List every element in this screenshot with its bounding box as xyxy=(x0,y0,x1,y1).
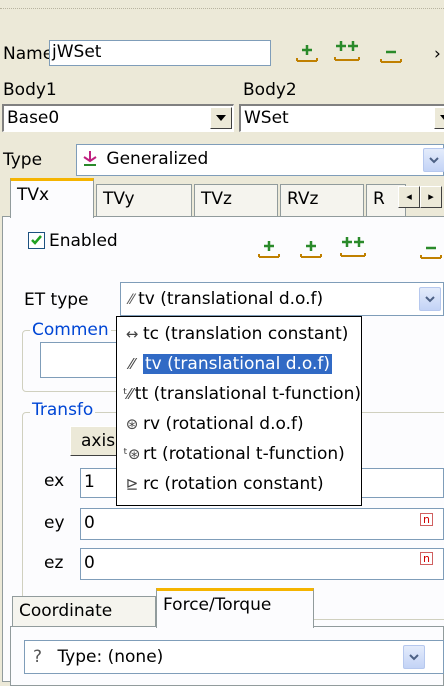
enabled-label: Enabled xyxy=(49,231,118,251)
ez-label: ez xyxy=(44,553,64,573)
et-type-value: tv (translational d.o.f) xyxy=(138,289,324,309)
name-label: Name xyxy=(3,44,54,64)
translational-tfunction-icon: ᵗ⁄⁄ xyxy=(123,385,133,403)
transform-group-title: Transfo xyxy=(30,400,96,420)
translational-dof-icon: ⁄⁄ xyxy=(129,355,135,373)
tab-tvy[interactable]: TVy xyxy=(96,184,192,218)
rotational-dof-icon: ⊛ xyxy=(125,415,139,433)
checkmark-icon xyxy=(31,235,42,245)
add-icon[interactable] xyxy=(254,236,284,262)
type-value: Generalized xyxy=(106,149,209,169)
body2-label: Body2 xyxy=(243,80,297,100)
add-pair-icon[interactable] xyxy=(338,234,368,260)
tab-scroll-left[interactable]: ◂ xyxy=(398,186,420,208)
translational-dof-icon: ⁄⁄ xyxy=(129,292,139,308)
type-label: Type xyxy=(3,150,43,170)
ey-label: ey xyxy=(44,513,65,533)
body1-label: Body1 xyxy=(3,80,57,100)
add-icon[interactable] xyxy=(292,40,322,66)
ey-input[interactable]: 0 xyxy=(80,508,444,540)
rotation-constant-icon: ⊵ xyxy=(125,475,139,493)
chevron-down-icon[interactable] xyxy=(419,287,441,311)
generalized-joint-icon xyxy=(81,149,101,172)
tab-tvz[interactable]: TVz xyxy=(194,184,278,218)
top-separator xyxy=(0,0,444,9)
et-type-label: ET type xyxy=(24,290,89,310)
toolbar-more[interactable]: › xyxy=(434,44,441,64)
et-option-tv[interactable]: ⁄⁄ tv (translational d.o.f) xyxy=(117,349,361,379)
name-value: jWSet xyxy=(52,42,102,62)
tab-coordinate[interactable]: Coordinate xyxy=(12,596,156,628)
et-option-rv[interactable]: ⊛ rv (rotational d.o.f) xyxy=(117,409,361,439)
force-type-select[interactable]: ? Type: (none) xyxy=(24,640,444,674)
remove-icon[interactable] xyxy=(418,238,444,264)
tab-rvz[interactable]: RVz xyxy=(280,184,364,218)
body2-value: WSet xyxy=(244,108,289,128)
et-type-select[interactable]: ⁄⁄ tv (translational d.o.f) xyxy=(120,282,444,316)
enabled-checkbox[interactable] xyxy=(28,232,45,249)
ex-label: ex xyxy=(44,471,65,491)
force-type-value: Type: (none) xyxy=(57,647,164,667)
body2-select[interactable]: WSet xyxy=(239,104,444,132)
ez-input[interactable]: 0 xyxy=(80,548,444,580)
expression-flag-icon[interactable]: n xyxy=(420,552,433,565)
remove-icon[interactable] xyxy=(376,42,406,68)
et-type-dropdown: ↔ tc (translation constant) ⁄⁄ tv (transla… xyxy=(116,316,362,506)
expression-flag-icon[interactable]: n xyxy=(420,513,433,526)
question-icon: ? xyxy=(33,647,43,667)
type-select[interactable]: Generalized xyxy=(76,144,444,176)
chevron-down-icon[interactable] xyxy=(434,107,444,129)
comment-group-title: Commen xyxy=(30,320,111,340)
name-input[interactable]: jWSet xyxy=(49,40,271,66)
et-option-tc[interactable]: ↔ tc (translation constant) xyxy=(117,319,361,349)
body1-value: Base0 xyxy=(7,108,60,128)
et-option-rt[interactable]: ᵗ⊛ rt (rotational t-function) xyxy=(117,439,361,469)
chevron-down-icon[interactable] xyxy=(403,645,425,669)
add-pair-icon[interactable] xyxy=(332,38,362,64)
et-option-rc[interactable]: ⊵ rc (rotation constant) xyxy=(117,469,361,499)
tab-tvx[interactable]: TVx xyxy=(10,178,94,218)
chevron-down-icon[interactable] xyxy=(210,107,232,129)
body1-select[interactable]: Base0 xyxy=(2,104,234,132)
chevron-down-icon[interactable] xyxy=(423,148,444,172)
tab-force-torque[interactable]: Force/Torque xyxy=(156,588,314,628)
add-before-icon[interactable] xyxy=(296,236,326,262)
rotational-tfunction-icon: ᵗ⊛ xyxy=(123,445,141,463)
tab-scroll-right[interactable]: ▸ xyxy=(420,186,442,208)
translation-constant-icon: ↔ xyxy=(125,325,139,343)
et-option-tt[interactable]: ᵗ⁄⁄ tt (translational t-function) xyxy=(117,379,361,409)
